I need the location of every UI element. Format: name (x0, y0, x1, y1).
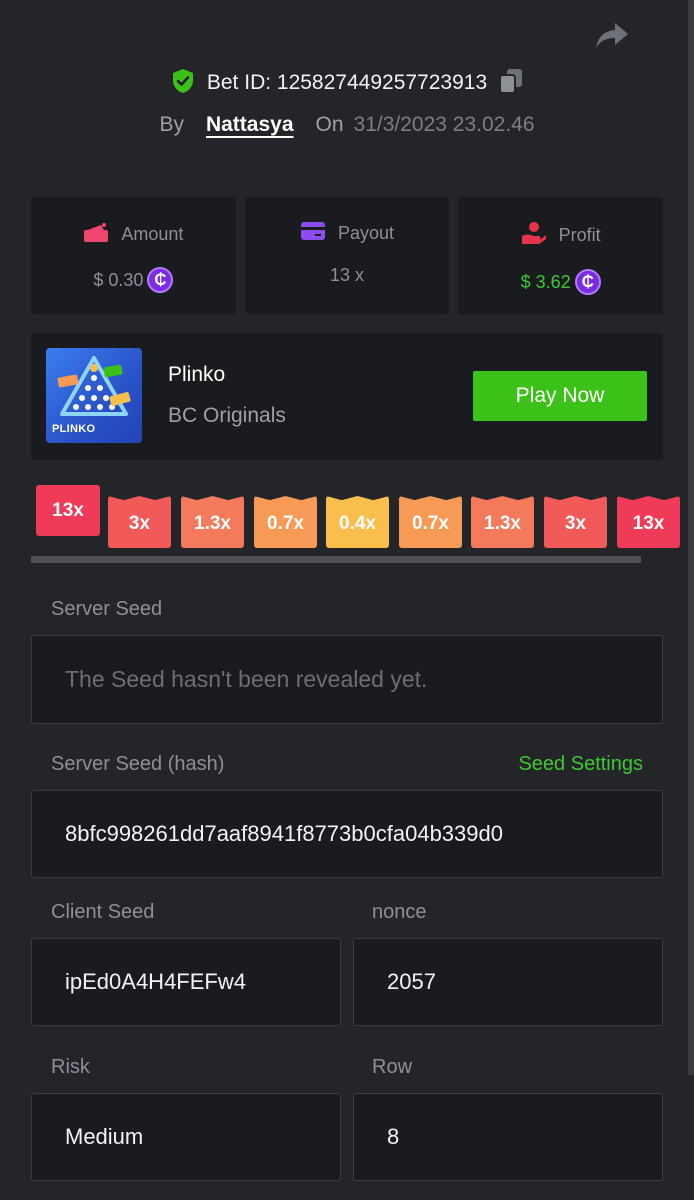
seed-settings-link[interactable]: Seed Settings (518, 753, 643, 776)
multiplier-slot: 3x (544, 496, 607, 548)
row-field[interactable]: 8 (353, 1093, 663, 1181)
play-now-button[interactable]: Play Now (473, 371, 647, 421)
amount-label: Amount (121, 224, 184, 244)
server-seed-hash-label: Server Seed (hash) (51, 753, 225, 775)
coin-icon: ₵ (574, 269, 601, 295)
verified-shield-icon (171, 68, 195, 99)
by-label: By (159, 113, 184, 136)
bet-id: Bet ID: 125827449257723913 (206, 71, 488, 94)
coin-icon: ₵ (147, 267, 174, 293)
share-icon (595, 21, 629, 54)
copy-button[interactable] (499, 68, 523, 99)
payout-value: 13 x (329, 265, 365, 285)
bet-date: 31/3/2023 23.02.46 (353, 113, 535, 136)
amount-value: $ 0.30 (93, 269, 144, 290)
payout-card: Payout 13 x (244, 197, 450, 314)
copy-icon (499, 68, 523, 99)
multiplier-slot: 3x (108, 496, 171, 548)
payout-label: Payout (337, 223, 395, 243)
multiplier-slot: 1.3x (181, 496, 244, 548)
multiplier-track (31, 556, 641, 563)
game-card: PLINKO Plinko BC Originals Play Now (31, 333, 663, 460)
game-provider: BC Originals (168, 404, 286, 427)
scrollbar[interactable] (688, 0, 694, 1075)
server-seed-hash-field[interactable]: 8bfc998261dd7aaf8941f8773b0cfa04b339d0 (31, 790, 663, 878)
bet-stats: Amount $ 0.30 ₵ Payout 13 x Profit $ 3.6… (31, 197, 664, 314)
risk-label: Risk (51, 1056, 90, 1078)
server-seed-label: Server Seed (51, 598, 163, 620)
multiplier-row: 13x 3x 1.3x 0.7x 0.4x 0.7x 1.3x 3x 13x (0, 482, 694, 572)
wallet-icon (83, 221, 109, 248)
nonce-label: nonce (372, 901, 427, 923)
row-label: Row (372, 1056, 413, 1078)
profit-card: Profit $ 3.62 ₵ (458, 197, 664, 314)
multiplier-slot: 13x (36, 485, 100, 536)
multiplier-slot: 0.7x (399, 496, 462, 548)
share-button[interactable] (592, 20, 632, 54)
multiplier-slot: 1.3x (471, 496, 534, 548)
multiplier-slot: 0.4x (326, 496, 389, 548)
amount-card: Amount $ 0.30 ₵ (31, 197, 236, 314)
server-seed-field[interactable]: The Seed hasn't been revealed yet. (31, 635, 663, 724)
bet-id-row: Bet ID: 125827449257723913 (0, 66, 694, 100)
thumbnail-label: PLINKO (52, 423, 96, 435)
card-icon (300, 221, 326, 246)
client-seed-label: Client Seed (51, 901, 155, 923)
bet-author-row: By Nattasya On 31/3/2023 23.02.46 (0, 108, 694, 142)
multiplier-slot: 13x (617, 496, 680, 548)
risk-field[interactable]: Medium (31, 1093, 341, 1181)
hand-coin-icon (521, 221, 547, 250)
username-link[interactable]: Nattasya (206, 113, 294, 137)
profit-value: $ 3.62 (520, 271, 571, 292)
on-label: On (315, 113, 344, 136)
nonce-field[interactable]: 2057 (353, 938, 663, 1026)
game-thumbnail[interactable]: PLINKO (46, 348, 142, 443)
multiplier-slot: 0.7x (254, 496, 317, 548)
profit-label: Profit (558, 225, 601, 245)
game-name: Plinko (168, 363, 226, 386)
client-seed-field[interactable]: ipEd0A4H4FEFw4 (31, 938, 341, 1026)
